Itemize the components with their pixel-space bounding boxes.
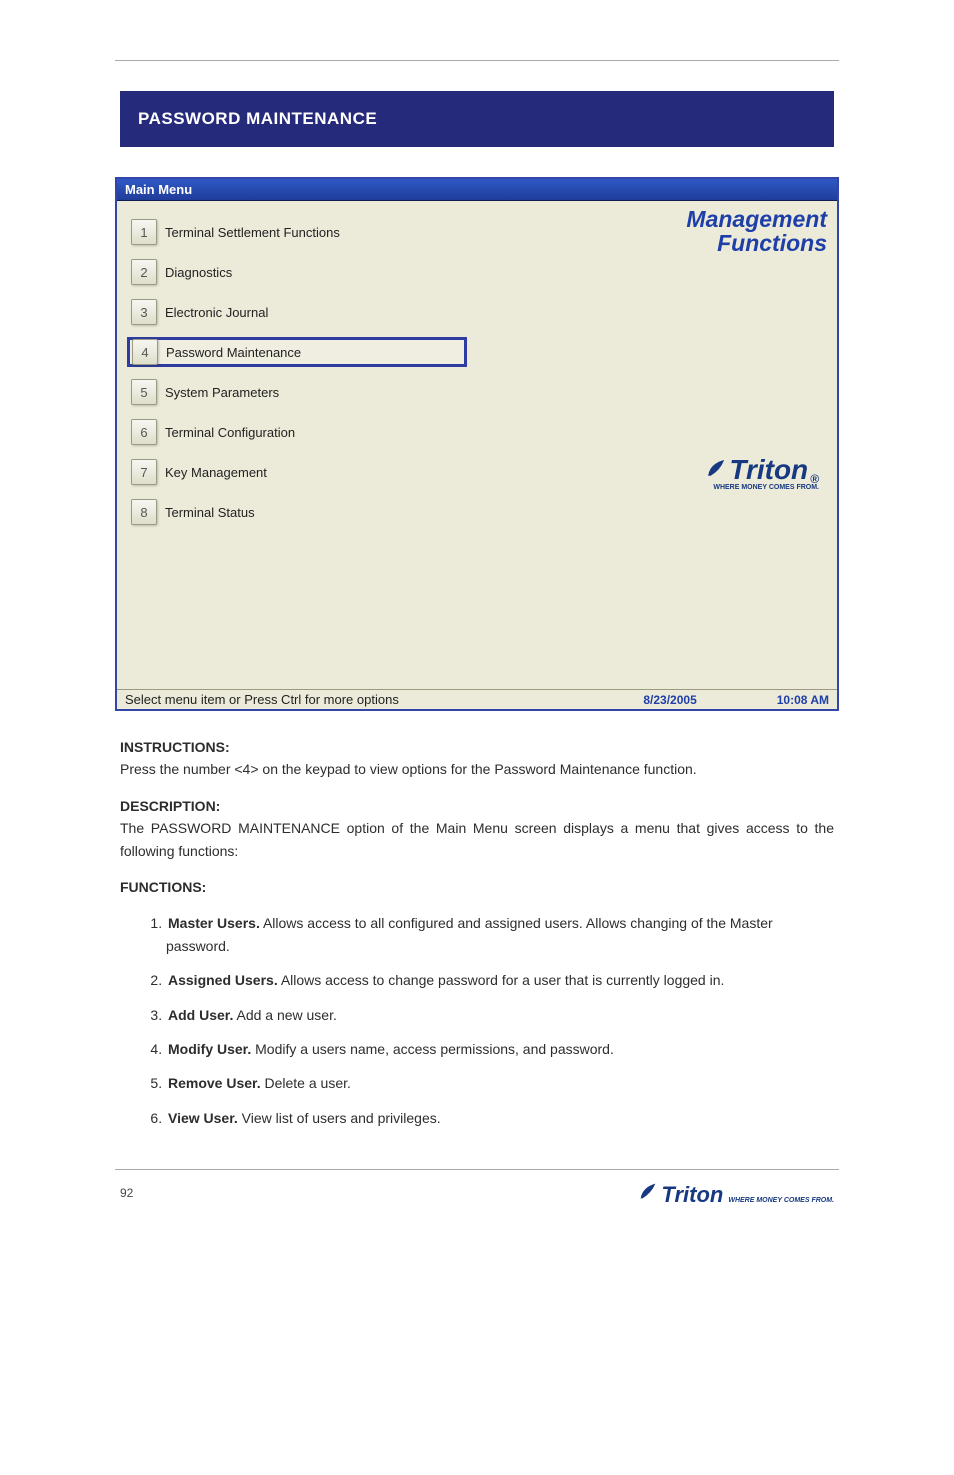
menu-item-number: 2 [131, 259, 157, 285]
menu-item-number: 8 [131, 499, 157, 525]
menu-item-label: System Parameters [165, 385, 279, 400]
brand-logo: Triton® WHERE MONEY COMES FROM. [705, 454, 819, 491]
menu-item-1[interactable]: 1 Terminal Settlement Functions [127, 217, 467, 247]
function-item: Master Users. Allows access to all confi… [166, 912, 834, 957]
description-title: DESCRIPTION: [120, 798, 220, 814]
menu-item-8[interactable]: 8 Terminal Status [127, 497, 467, 527]
menu-item-number: 6 [131, 419, 157, 445]
function-item: Modify User. Modify a users name, access… [166, 1038, 834, 1060]
menu-item-4[interactable]: 4 Password Maintenance [127, 337, 467, 367]
leaf-icon [637, 1180, 659, 1208]
screenshot-frame: Main Menu Management Functions 1 Terminal… [115, 177, 839, 711]
menu-item-3[interactable]: 3 Electronic Journal [127, 297, 467, 327]
menu-item-label: Key Management [165, 465, 267, 480]
instructions-title: INSTRUCTIONS: [120, 739, 230, 755]
window-titlebar: Main Menu [117, 179, 837, 201]
menu-item-label: Terminal Status [165, 505, 255, 520]
status-help-text: Select menu item or Press Ctrl for more … [125, 692, 643, 707]
menu-item-label: Password Maintenance [166, 345, 301, 360]
menu-item-number: 4 [132, 339, 158, 365]
menu-item-label: Terminal Settlement Functions [165, 225, 340, 240]
footer-brand: Triton WHERE MONEY COMES FROM. [637, 1180, 834, 1208]
section-title: PASSWORD MAINTENANCE [138, 109, 377, 129]
menu-item-label: Terminal Configuration [165, 425, 295, 440]
status-time: 10:08 AM [777, 693, 829, 707]
menu-item-6[interactable]: 6 Terminal Configuration [127, 417, 467, 447]
menu-item-5[interactable]: 5 System Parameters [127, 377, 467, 407]
menu-item-label: Diagnostics [165, 265, 232, 280]
menu-item-number: 5 [131, 379, 157, 405]
function-item: Remove User. Delete a user. [166, 1072, 834, 1094]
functions-list: Master Users. Allows access to all confi… [120, 912, 834, 1129]
menu-item-label: Electronic Journal [165, 305, 268, 320]
page-number: 92 [120, 1186, 133, 1200]
instructions-text: Press the number <4> on the keypad to vi… [120, 761, 697, 777]
description-text: The PASSWORD MAINTENANCE option of the M… [120, 820, 834, 858]
function-item: Add User. Add a new user. [166, 1004, 834, 1026]
status-date: 8/23/2005 [643, 693, 696, 707]
section-title-bar: PASSWORD MAINTENANCE [120, 91, 834, 147]
function-item: View User. View list of users and privil… [166, 1107, 834, 1129]
status-bar: Select menu item or Press Ctrl for more … [117, 689, 837, 709]
menu-item-number: 7 [131, 459, 157, 485]
menu-item-number: 1 [131, 219, 157, 245]
menu-item-number: 3 [131, 299, 157, 325]
functions-heading: FUNCTIONS: [120, 876, 834, 898]
leaf-icon [705, 454, 727, 486]
function-item: Assigned Users. Allows access to change … [166, 969, 834, 991]
menu-item-2[interactable]: 2 Diagnostics [127, 257, 467, 287]
window-title: Main Menu [125, 182, 192, 197]
screen-side-label: Management Functions [686, 207, 827, 255]
menu-item-7[interactable]: 7 Key Management [127, 457, 467, 487]
